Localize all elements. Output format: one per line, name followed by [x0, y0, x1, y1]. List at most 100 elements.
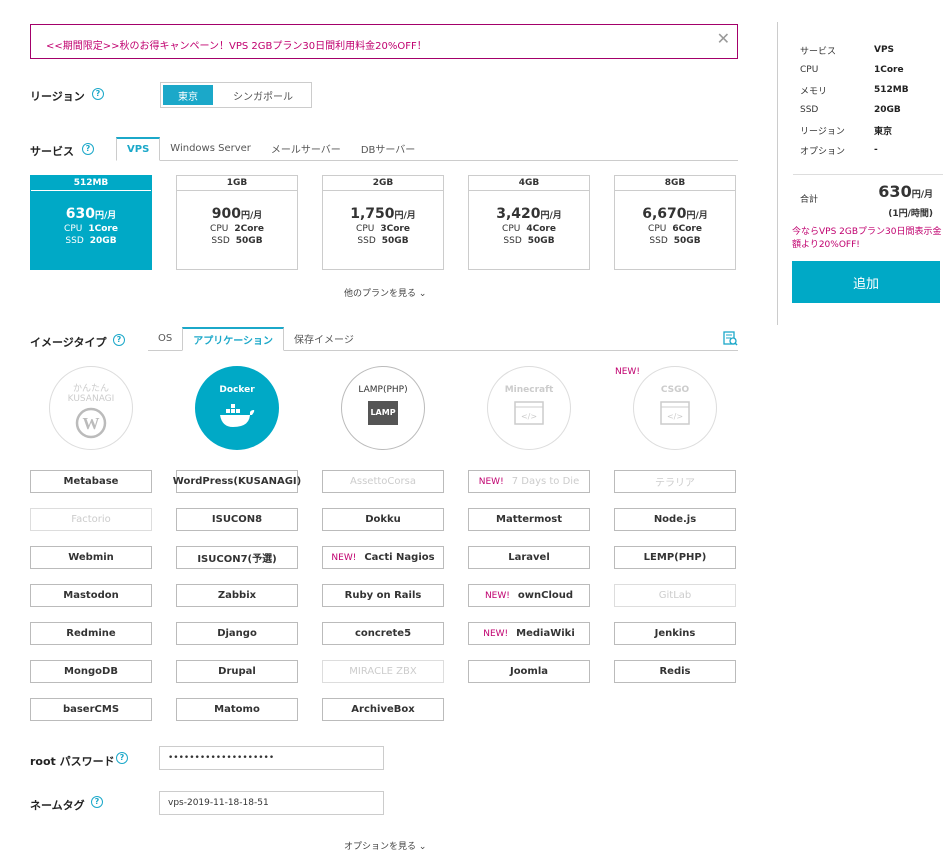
plan-name: 1GB — [177, 176, 297, 191]
plan-unit: 円/月 — [394, 211, 416, 221]
plan-name: 2GB — [323, 176, 443, 191]
tab-saved-image[interactable]: 保存イメージ — [284, 326, 364, 350]
plan-card-512mb[interactable]: 512MB 630円/月 CPU 1Core SSD 20GB — [30, 175, 152, 270]
app-button[interactable]: concrete5 — [322, 622, 444, 645]
region-option-tokyo[interactable]: 東京 — [161, 83, 215, 107]
plan-card-1gb[interactable]: 1GB 900円/月 CPU 2Core SSD 50GB — [176, 175, 298, 270]
app-docker[interactable]: Docker — [195, 366, 279, 450]
app-button[interactable]: NEW! Cacti Nagios — [322, 546, 444, 569]
app-button[interactable]: Drupal — [176, 660, 298, 683]
plan-price: 900 — [211, 206, 241, 222]
plan-name: 4GB — [469, 176, 589, 191]
region-help-icon[interactable]: ? — [92, 88, 104, 100]
app-csgo[interactable]: CSGO </> — [633, 366, 717, 450]
cpu-label: CPU — [356, 224, 375, 234]
summary-row: サービス VPS — [800, 45, 895, 57]
root-password-help-icon[interactable]: ? — [116, 752, 128, 764]
campaign-banner: <<期間限定>>秋のお得キャンペーン！VPS 2GBプラン30日間利用料金20%… — [30, 24, 738, 59]
app-minecraft[interactable]: Minecraft </> — [487, 366, 571, 450]
plan-card-2gb[interactable]: 2GB 1,750円/月 CPU 3Core SSD 50GB — [322, 175, 444, 270]
plan-cpu: 2Core — [234, 224, 264, 234]
svg-text:</>: </> — [667, 412, 683, 421]
app-button[interactable]: Redis — [614, 660, 736, 683]
tab-mail-server[interactable]: メールサーバー — [261, 136, 351, 160]
name-tag-input[interactable]: vps-2019-11-18-18-51 — [159, 791, 384, 815]
cpu-label: CPU — [648, 224, 667, 234]
app-button[interactable]: Mattermost — [468, 508, 590, 531]
app-button[interactable]: Factorio — [30, 508, 152, 531]
tab-os[interactable]: OS — [148, 326, 182, 350]
region-option-singapore[interactable]: シンガポール — [215, 83, 311, 107]
tab-windows-server[interactable]: Windows Server — [160, 136, 261, 160]
service-help-icon[interactable]: ? — [82, 143, 94, 155]
more-options-link[interactable]: オプションを見る ⌄ — [344, 839, 426, 852]
app-button[interactable]: NEW! 7 Days to Die — [468, 470, 590, 493]
app-button[interactable]: テラリア — [614, 470, 736, 493]
app-button[interactable]: Matomo — [176, 698, 298, 721]
root-password-input[interactable]: •••••••••••••••••••• — [159, 746, 384, 770]
app-button[interactable]: ArchiveBox — [322, 698, 444, 721]
summary-row: リージョン 東京 — [800, 126, 893, 137]
plan-card-4gb[interactable]: 4GB 3,420円/月 CPU 4Core SSD 50GB — [468, 175, 590, 270]
app-button[interactable]: Node.js — [614, 508, 736, 531]
app-button[interactable]: MIRACLE ZBX — [322, 660, 444, 683]
service-label: サービス — [30, 145, 74, 158]
app-button[interactable]: Django — [176, 622, 298, 645]
app-title: Minecraft — [504, 385, 554, 395]
close-icon[interactable]: ✕ — [717, 29, 730, 48]
app-title: Docker — [219, 385, 255, 395]
tab-db-server[interactable]: DBサーバー — [351, 136, 425, 160]
app-button[interactable]: Zabbix — [176, 584, 298, 607]
app-button[interactable]: NEW! MediaWiki — [468, 622, 590, 645]
summary-row: CPU 1Core — [800, 65, 904, 75]
app-button[interactable]: Redmine — [30, 622, 152, 645]
region-selector: 東京 シンガポール — [160, 82, 312, 108]
app-button[interactable]: AssettoCorsa — [322, 470, 444, 493]
name-tag-label: ネームタグ — [30, 799, 85, 812]
app-button[interactable]: Dokku — [322, 508, 444, 531]
plan-price: 3,420 — [496, 206, 541, 222]
plan-ssd: 50GB — [381, 236, 409, 246]
plan-name: 8GB — [615, 176, 735, 191]
app-title: CSGO — [660, 385, 690, 395]
plan-ssd: 20GB — [89, 236, 117, 246]
summary-table: サービス VPS CPU 1Core メモリ 512MB SSD 20GB リージョン東… — [800, 40, 909, 160]
lamp-icon: LAMP — [368, 401, 398, 425]
app-button[interactable]: Mastodon — [30, 584, 152, 607]
plan-card-8gb[interactable]: 8GB 6,670円/月 CPU 6Core SSD 50GB — [614, 175, 736, 270]
cpu-label: CPU — [502, 224, 521, 234]
plan-ssd: 50GB — [673, 236, 701, 246]
code-window-icon: </> — [660, 401, 690, 425]
wordpress-icon: W — [75, 407, 107, 439]
app-kusanagi[interactable]: かんたん KUSANAGI W — [49, 366, 133, 450]
name-tag-help-icon[interactable]: ? — [91, 796, 103, 808]
divider — [793, 174, 943, 175]
tab-application[interactable]: アプリケーション — [182, 327, 285, 351]
app-button[interactable]: Joomla — [468, 660, 590, 683]
app-button[interactable]: WordPress(KUSANAGI) — [173, 470, 301, 493]
tab-vps[interactable]: VPS — [116, 137, 161, 161]
app-button[interactable]: ISUCON7(予選) — [176, 546, 298, 569]
new-badge: NEW! — [478, 476, 504, 487]
app-button[interactable]: Webmin — [30, 546, 152, 569]
ssd-label: SSD — [65, 236, 84, 246]
app-button[interactable]: Jenkins — [614, 622, 736, 645]
app-button[interactable]: Metabase — [30, 470, 152, 493]
app-button[interactable]: Laravel — [468, 546, 590, 569]
plan-unit: 円/月 — [94, 211, 117, 221]
add-button[interactable]: 追加 — [792, 261, 940, 303]
region-label: リージョン — [30, 90, 85, 103]
app-button[interactable]: NEW! ownCloud — [468, 584, 590, 607]
app-button[interactable]: MongoDB — [30, 660, 152, 683]
ssd-label: SSD — [211, 236, 230, 246]
app-button[interactable]: LEMP(PHP) — [614, 546, 736, 569]
image-type-help-icon[interactable]: ? — [113, 334, 125, 346]
search-list-icon[interactable] — [723, 331, 738, 346]
plan-ssd: 50GB — [235, 236, 263, 246]
app-button[interactable]: Ruby on Rails — [322, 584, 444, 607]
app-button[interactable]: ISUCON8 — [176, 508, 298, 531]
app-button[interactable]: baserCMS — [30, 698, 152, 721]
app-lamp[interactable]: LAMP(PHP) LAMP — [341, 366, 425, 450]
more-plans-link[interactable]: 他のプランを見る ⌄ — [344, 286, 426, 299]
app-button[interactable]: GitLab — [614, 584, 736, 607]
